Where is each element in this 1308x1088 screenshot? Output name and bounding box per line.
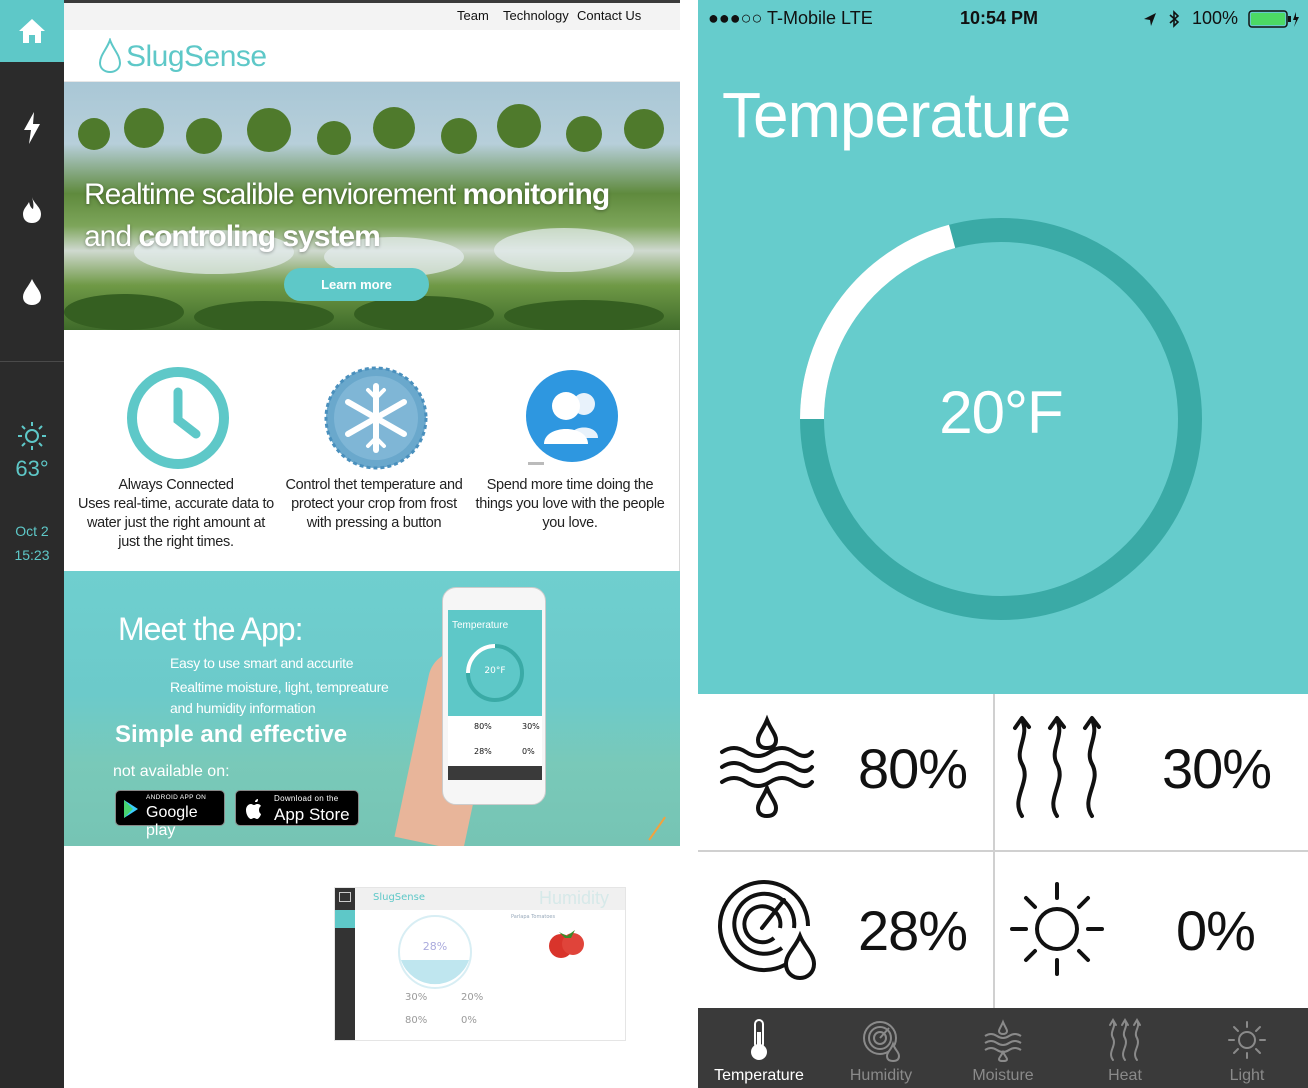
hero-banner: Realtime scalible enviorement monitoring…	[64, 82, 680, 330]
status-time: 10:54 PM	[960, 8, 1039, 28]
flame-icon[interactable]	[0, 190, 64, 230]
nav-team[interactable]: Team	[457, 8, 489, 23]
features-section: Always Connected Uses real-time, accurat…	[64, 330, 680, 571]
tomato-image	[549, 930, 584, 958]
tab-light[interactable]: Light	[1186, 1008, 1308, 1088]
water-drop-icon[interactable]	[0, 272, 64, 312]
light-icon	[1228, 1021, 1266, 1059]
app-store-button[interactable]: Download on the App Store	[235, 790, 359, 826]
feature-text: Always Connected Uses real-time, accurat…	[78, 477, 274, 550]
battery-icon	[1248, 10, 1299, 28]
clock-icon	[127, 367, 229, 469]
users-icon	[526, 370, 618, 465]
status-bar: ●●●○○ T-Mobile LTE 10:54 PM 100%	[698, 6, 1308, 32]
thumbnail-sidebar	[335, 888, 355, 1040]
learn-more-button[interactable]: Learn more	[284, 268, 429, 301]
heat-icon	[1013, 716, 1101, 818]
app-feature-line: Realtime moisture, light, tempreature	[170, 679, 389, 695]
tab-heat[interactable]: Heat	[1064, 1008, 1186, 1088]
tab-label: Moisture	[972, 1067, 1034, 1084]
light-value: 0%	[1176, 899, 1256, 962]
thumbnail-cell: 0%	[461, 1015, 477, 1026]
meet-the-app-heading: Meet the App:	[118, 611, 303, 647]
tab-bar: Temperature Humidity Moisture Heat Light	[698, 1008, 1308, 1088]
google-play-button[interactable]: ANDROID APP ON Google play	[115, 790, 225, 839]
weather-date: Oct 2	[15, 523, 49, 539]
brand-logo-text[interactable]: SlugSense	[126, 40, 267, 74]
tab-temperature[interactable]: Temperature	[698, 1008, 820, 1088]
location-bluetooth-icon	[1144, 10, 1180, 28]
brand-bar: SlugSense	[64, 30, 680, 82]
brand-drop-icon	[98, 38, 122, 74]
light-icon	[1010, 882, 1104, 976]
hero-headline: Realtime scalible enviorement monitoring…	[84, 178, 610, 253]
site-nav: Team Technology Contact Us	[64, 3, 680, 30]
humidity-value: 28%	[858, 899, 968, 962]
tab-label: Humidity	[849, 1067, 913, 1084]
thumbnail-subtitle: Parlapa Tomatoes	[511, 914, 556, 920]
sensor-grid: 80% 30% 28% 0%	[698, 694, 1308, 1008]
humidity-screen-thumbnail: SlugSense Humidity 28% 30% 20% 80% 0% Pa…	[334, 887, 626, 1041]
nav-contact-us[interactable]: Contact Us	[577, 8, 641, 23]
apple-icon	[246, 799, 261, 819]
tab-label: Temperature	[714, 1067, 804, 1084]
simple-effective-heading: Simple and effective	[115, 721, 348, 748]
carrier-signal: ●●●○○ T-Mobile LTE	[708, 8, 873, 28]
app-sidebar: 63° Oct 2 15:23	[0, 0, 64, 1088]
google-play-icon	[124, 800, 138, 818]
heat-value: 30%	[1162, 737, 1272, 800]
temperature-value: 20°F	[939, 379, 1063, 446]
website-mockup: Team Technology Contact Us SlugSense Rea…	[64, 0, 680, 846]
sidebar-divider	[0, 361, 64, 362]
nav-technology[interactable]: Technology	[503, 8, 569, 23]
thumbnail-cell: 30%	[405, 992, 428, 1003]
tab-label: Heat	[1108, 1067, 1142, 1084]
home-icon	[19, 19, 45, 43]
thumbnail-brand: SlugSense	[373, 892, 426, 903]
not-available-label: not available on:	[113, 763, 230, 780]
tab-humidity[interactable]: Humidity	[820, 1008, 942, 1088]
phone-mockup-screen: Temperature 20°F 80% 30% 28% 0%	[448, 610, 542, 780]
tab-moisture[interactable]: Moisture	[942, 1008, 1064, 1088]
humidity-icon	[718, 880, 817, 981]
phone-app-screenshot: ●●●○○ T-Mobile LTE 10:54 PM 100% Tempera…	[698, 0, 1308, 1088]
weather-time: 15:23	[14, 547, 50, 563]
battery-percent: 100%	[1192, 8, 1239, 28]
thumbnail-cell: 80%	[405, 1015, 428, 1026]
home-button[interactable]	[0, 0, 64, 62]
lightning-icon[interactable]	[0, 108, 64, 148]
sun-icon	[0, 416, 64, 456]
thumbnail-cell: 20%	[461, 992, 484, 1003]
snowflake-badge-icon	[324, 366, 428, 470]
moisture-icon	[720, 714, 814, 819]
tab-label: Light	[1229, 1067, 1265, 1084]
app-feature-line: Easy to use smart and accurite	[170, 655, 354, 671]
heat-icon	[1109, 1018, 1141, 1061]
feature-text: Spend more time doing the things you lov…	[475, 477, 665, 531]
feature-text: Control thet temperature and protect you…	[285, 477, 463, 531]
thermometer-icon	[751, 1019, 767, 1060]
phone-mockup: Temperature 20°F 80% 30% 28% 0%	[442, 587, 546, 805]
moisture-icon	[984, 1019, 1022, 1062]
app-feature-line: and humidity information	[170, 700, 316, 716]
thumbnail-value: 28%	[422, 940, 448, 953]
screen-title: Temperature	[722, 79, 1071, 151]
humidity-icon	[863, 1021, 901, 1062]
moisture-value: 80%	[858, 737, 968, 800]
thumbnail-title: Humidity	[539, 888, 610, 908]
meet-the-app-section: Meet the App: Easy to use smart and accu…	[64, 571, 680, 846]
weather-temperature: 63°	[15, 456, 49, 481]
